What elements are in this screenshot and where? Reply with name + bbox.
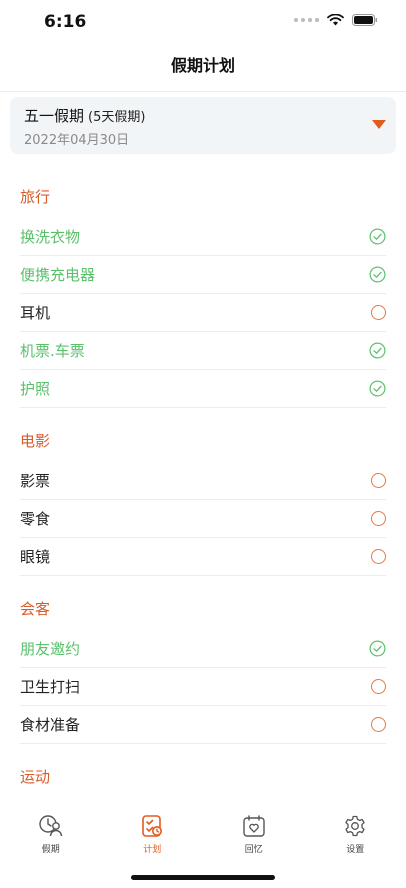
holiday-name: 五一假期 [24,107,85,125]
calendar-heart-icon [242,814,266,838]
checklist-item[interactable]: 零食 [20,500,386,538]
status-icons [294,14,378,26]
tab-1[interactable]: 计划 [122,806,182,858]
checked-circle-icon[interactable] [369,640,386,657]
tab-bar: 假期 计划 回忆 设置 [0,806,406,858]
checklist-item-label: 换洗衣物 [20,228,81,246]
unchecked-circle-icon[interactable] [371,511,386,526]
section-title: 运动 [20,768,51,786]
checklist-item-label: 影票 [20,472,51,490]
checklist-item[interactable]: 耳机 [20,294,386,332]
checklist-item[interactable]: 朋友邀约 [20,630,386,668]
tab-label: 回忆 [244,845,263,855]
checklist-item[interactable]: 护照 [20,370,386,408]
holiday-days: (5天假期) [88,110,146,125]
checklist-item-label: 零食 [20,510,51,528]
wifi-icon [327,14,344,26]
checklist-item-label: 耳机 [20,304,51,322]
home-indicator [131,875,275,880]
checklist-item[interactable]: 影票 [20,462,386,500]
unchecked-circle-icon[interactable] [371,549,386,564]
checked-circle-icon[interactable] [369,228,386,245]
checklist-item[interactable]: 机票.车票 [20,332,386,370]
holiday-selector[interactable]: 五一假期 (5天假期) 2022年04月30日 [10,97,396,154]
checklist-item[interactable]: 食材准备 [20,706,386,744]
checklist-item-label: 便携充电器 [20,266,96,284]
checklist-item[interactable]: 卫生打扫 [20,668,386,706]
tab-2[interactable]: 回忆 [224,806,284,858]
tab-label: 设置 [346,845,365,855]
unchecked-circle-icon[interactable] [371,679,386,694]
checklist-item-label: 卫生打扫 [20,678,81,696]
status-bar: 6:16 [0,0,406,44]
tab-label: 假期 [41,845,60,855]
checklist-item[interactable]: 便携充电器 [20,256,386,294]
gear-icon [343,814,367,838]
checklist-item-label: 护照 [20,380,51,398]
section-title: 电影 [20,432,51,450]
checklist-item-label: 食材准备 [20,716,81,734]
checked-circle-icon[interactable] [369,342,386,359]
nav-divider [0,91,406,92]
checklist-item[interactable]: 换洗衣物 [20,218,386,256]
section-title: 旅行 [20,188,51,206]
holiday-people-icon [38,814,64,838]
unchecked-circle-icon[interactable] [371,473,386,488]
status-time: 6:16 [44,12,87,32]
checked-circle-icon[interactable] [369,380,386,397]
checked-circle-icon[interactable] [369,266,386,283]
checklist: 旅行换洗衣物便携充电器耳机机票.车票护照电影影票零食眼镜会客朋友邀约卫生打扫食材… [0,176,406,798]
checklist-item-label: 眼镜 [20,548,51,566]
battery-icon [352,14,378,26]
section-title: 会客 [20,600,51,618]
tab-0[interactable]: 假期 [21,806,81,858]
holiday-name-line: 五一假期 (5天假期) [24,105,145,126]
unchecked-circle-icon[interactable] [371,717,386,732]
tab-label: 计划 [143,845,162,855]
checklist-item-label: 机票.车票 [20,342,85,360]
dropdown-arrow-icon[interactable] [372,120,386,129]
holiday-date: 2022年04月30日 [24,133,130,148]
plan-checklist-icon [140,814,164,838]
checklist-item-label: 朋友邀约 [20,640,81,658]
tab-3[interactable]: 设置 [325,806,385,858]
page-title: 假期计划 [170,56,235,75]
cellular-signal-icon [294,18,319,22]
checklist-item[interactable]: 眼镜 [20,538,386,576]
unchecked-circle-icon[interactable] [371,305,386,320]
